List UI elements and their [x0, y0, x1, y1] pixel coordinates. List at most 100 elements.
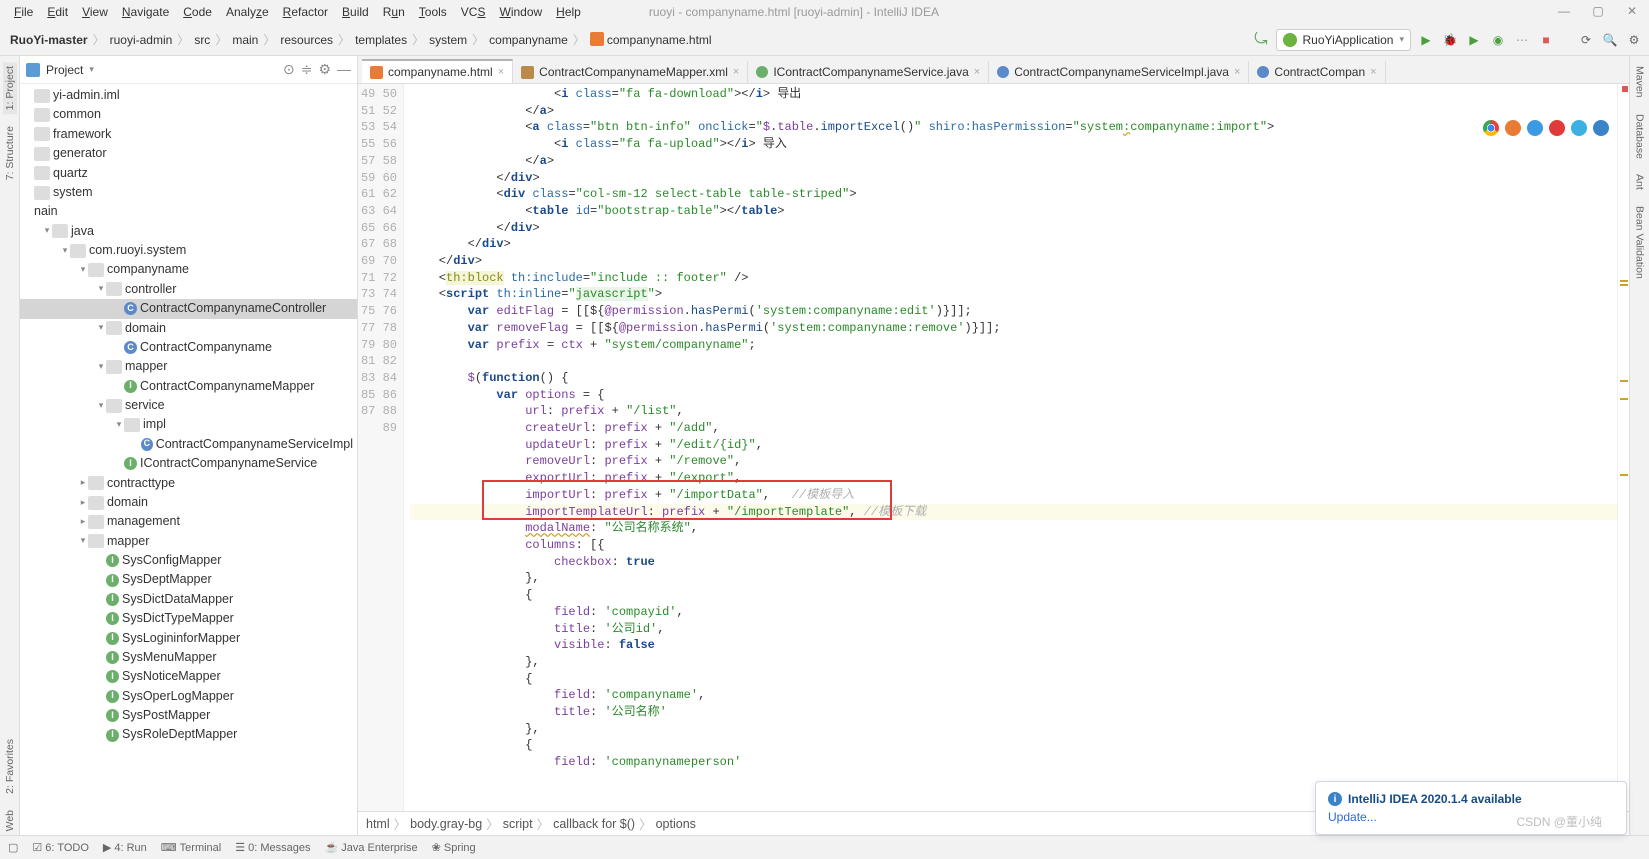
search-everywhere-button[interactable]: 🔍	[1601, 31, 1619, 49]
tree-node[interactable]: ▸IIContractCompanynameService	[20, 454, 357, 473]
tree-node[interactable]: ▾companyname	[20, 260, 357, 279]
messages-toolwindow-button[interactable]: ☰ 0: Messages	[235, 841, 310, 854]
menu-run[interactable]: Run	[377, 3, 411, 21]
tree-node[interactable]: ▸IContractCompanynameMapper	[20, 377, 357, 396]
project-tree[interactable]: ▸yi-admin.iml▸common▸framework▸generator…	[20, 84, 357, 835]
tool-tab-maven[interactable]: Maven	[1633, 62, 1647, 102]
struct-crumb[interactable]: options	[656, 817, 696, 831]
struct-crumb[interactable]: body.gray-bg	[410, 817, 482, 831]
tree-node[interactable]: ▾mapper	[20, 532, 357, 551]
project-scope-dropdown[interactable]: ▾	[89, 64, 94, 75]
tool-tab-structure[interactable]: 7: Structure	[3, 122, 17, 184]
menu-tools[interactable]: Tools	[413, 3, 453, 21]
javaee-toolwindow-button[interactable]: ☕ Java Enterprise	[325, 841, 418, 854]
tool-tab-database[interactable]: Database	[1633, 110, 1647, 163]
struct-crumb[interactable]: callback for $()	[553, 817, 635, 831]
settings-button[interactable]: ⚙	[1625, 31, 1643, 49]
project-panel-title[interactable]: Project	[46, 63, 83, 77]
tree-node[interactable]: ▸ISysDictTypeMapper	[20, 609, 357, 628]
tool-tab-favorites[interactable]: 2: Favorites	[3, 735, 17, 798]
locate-file-button[interactable]: ⊙	[283, 61, 295, 78]
breadcrumb-item[interactable]: templates	[351, 32, 411, 48]
breadcrumb-item[interactable]: ruoyi-admin	[106, 32, 177, 48]
debug-button[interactable]: 🐞	[1441, 31, 1459, 49]
tree-node[interactable]: ▸CContractCompanynameController	[20, 299, 357, 318]
line-number-gutter[interactable]: 49 50 51 52 53 54 55 56 57 58 59 60 61 6…	[358, 84, 404, 811]
tree-node[interactable]: ▸framework	[20, 125, 357, 144]
attach-button[interactable]: ⋯	[1513, 31, 1531, 49]
update-running-button[interactable]: ⟳	[1577, 31, 1595, 49]
terminal-toolwindow-button[interactable]: ⌨ Terminal	[161, 841, 221, 854]
tree-node[interactable]: ▾java	[20, 222, 357, 241]
window-max-button[interactable]: ▢	[1585, 2, 1611, 20]
tree-node[interactable]: ▸ISysDictDataMapper	[20, 590, 357, 609]
error-stripe[interactable]	[1617, 84, 1629, 811]
tree-node[interactable]: ▸quartz	[20, 164, 357, 183]
tree-node[interactable]: ▸ISysConfigMapper	[20, 551, 357, 570]
tree-node[interactable]: ▸management	[20, 512, 357, 531]
tree-node[interactable]: ▸ISysLogininforMapper	[20, 629, 357, 648]
breadcrumb-item[interactable]: companyname.html	[586, 32, 716, 48]
tool-tab-ant[interactable]: Ant	[1633, 170, 1647, 194]
browser-ie-icon[interactable]	[1571, 120, 1587, 136]
tree-node[interactable]: ▸domain	[20, 493, 357, 512]
tool-tab-project[interactable]: 1: Project	[3, 62, 17, 114]
menu-code[interactable]: Code	[177, 3, 218, 21]
menu-window[interactable]: Window	[493, 3, 548, 21]
editor-tab[interactable]: ContractCompanynameMapper.xml×	[513, 61, 748, 83]
code-editor[interactable]: <i class="fa fa-download"></i> 导出 </a> <…	[404, 84, 1617, 811]
tab-close-button[interactable]: ×	[498, 66, 504, 78]
tree-node[interactable]: ▸yi-admin.iml	[20, 86, 357, 105]
editor-tab[interactable]: ContractCompan×	[1249, 61, 1385, 83]
window-close-button[interactable]: ✕	[1619, 2, 1645, 20]
tree-node[interactable]: ▸CContractCompanynameServiceImpl	[20, 435, 357, 454]
browser-firefox-icon[interactable]	[1505, 120, 1521, 136]
breadcrumb-item[interactable]: companyname	[485, 32, 572, 48]
tree-node[interactable]: ▸common	[20, 105, 357, 124]
menu-refactor[interactable]: Refactor	[277, 3, 334, 21]
menu-edit[interactable]: Edit	[41, 3, 74, 21]
tab-close-button[interactable]: ×	[1234, 66, 1240, 78]
tree-node[interactable]: ▸ISysDeptMapper	[20, 570, 357, 589]
stop-button[interactable]: ■	[1537, 31, 1555, 49]
tree-node[interactable]: ▾domain	[20, 319, 357, 338]
tree-node[interactable]: ▸ISysPostMapper	[20, 706, 357, 725]
run-config-selector[interactable]: RuoYiApplication ▾	[1276, 29, 1411, 51]
tree-node[interactable]: ▾mapper	[20, 357, 357, 376]
tab-close-button[interactable]: ×	[1370, 66, 1376, 78]
tree-node[interactable]: ▸ISysOperLogMapper	[20, 687, 357, 706]
todo-toolwindow-button[interactable]: ☑ 6: TODO	[32, 841, 88, 854]
menu-file[interactable]: File	[8, 3, 39, 21]
tree-node[interactable]: ▸ISysNoticeMapper	[20, 667, 357, 686]
browser-chrome-icon[interactable]	[1483, 120, 1499, 136]
menu-navigate[interactable]: Navigate	[116, 3, 175, 21]
breadcrumb-item[interactable]: RuoYi-master	[6, 32, 92, 48]
browser-safari-icon[interactable]	[1527, 120, 1543, 136]
menu-build[interactable]: Build	[336, 3, 375, 21]
coverage-button[interactable]: ▶	[1465, 31, 1483, 49]
breadcrumb-item[interactable]: resources	[276, 32, 337, 48]
struct-crumb[interactable]: script	[503, 817, 533, 831]
editor-tab[interactable]: ContractCompanynameServiceImpl.java×	[989, 61, 1249, 83]
menu-analyze[interactable]: Analyze	[220, 3, 275, 21]
tab-close-button[interactable]: ×	[974, 66, 980, 78]
tree-node[interactable]: ▸system	[20, 183, 357, 202]
struct-crumb[interactable]: html	[366, 817, 390, 831]
tree-node[interactable]: ▸contracttype	[20, 474, 357, 493]
menu-view[interactable]: View	[76, 3, 114, 21]
menu-vcs[interactable]: VCS	[455, 3, 492, 21]
toolwin-button[interactable]: ▢	[8, 841, 18, 854]
breadcrumb-item[interactable]: system	[425, 32, 471, 48]
profile-button[interactable]: ◉	[1489, 31, 1507, 49]
tree-node[interactable]: ▾controller	[20, 280, 357, 299]
tree-node[interactable]: ▸CContractCompanyname	[20, 338, 357, 357]
browser-opera-icon[interactable]	[1549, 120, 1565, 136]
editor-tab[interactable]: companyname.html×	[362, 59, 513, 83]
tab-close-button[interactable]: ×	[733, 66, 739, 78]
update-notification[interactable]: iIntelliJ IDEA 2020.1.4 available Update…	[1315, 781, 1627, 835]
breadcrumb-item[interactable]: main	[228, 32, 262, 48]
run-toolwindow-button[interactable]: ▶ 4: Run	[103, 841, 147, 854]
menu-help[interactable]: Help	[550, 3, 587, 21]
expand-all-button[interactable]: ≑	[301, 61, 313, 78]
panel-settings-button[interactable]: ⚙	[318, 61, 331, 78]
